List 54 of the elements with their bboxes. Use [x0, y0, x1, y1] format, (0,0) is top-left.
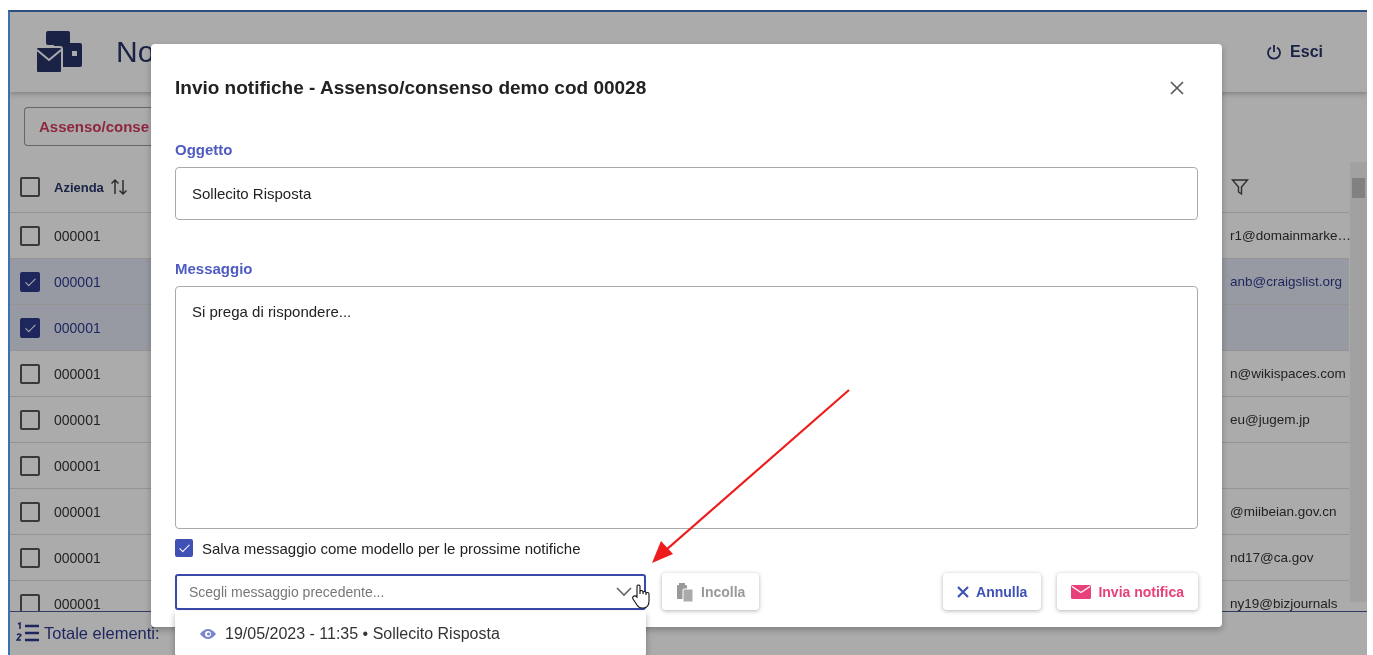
close-icon [1170, 81, 1184, 95]
previous-message-dropdown[interactable]: Scegli messaggio precedente... [175, 573, 646, 610]
table-cell-text: anb@craigslist.org [1229, 274, 1343, 289]
close-icon [957, 585, 970, 598]
power-icon [1266, 44, 1283, 60]
checkbox[interactable] [20, 271, 40, 292]
table-cell-text: 000001 [54, 457, 102, 474]
table-cell-text: 000001 [54, 319, 102, 336]
table-cell-text: @miibeian.gov.cn [1229, 504, 1338, 519]
envelope-logo-icon [36, 31, 82, 73]
eye-icon [199, 627, 217, 641]
logout-button[interactable]: Esci [1262, 39, 1327, 65]
chevron-down-icon [616, 586, 632, 597]
scrollbar[interactable] [1350, 162, 1367, 602]
table-cell-text: 000001 [54, 549, 102, 566]
table-cell-text: 000001 [54, 365, 102, 382]
table-cell-text: r1@domainmarke… [1229, 228, 1349, 243]
checkbox[interactable] [20, 363, 40, 384]
table-cell-text: 000001 [54, 227, 102, 244]
checkbox[interactable] [20, 501, 40, 522]
clipboard-icon [676, 581, 694, 602]
numbered-list-icon [16, 622, 40, 644]
table-cell-text: 000001 [54, 503, 102, 520]
checkbox-label: Salva messaggio come modello per le prossime notifiche [202, 539, 581, 557]
table-cell-text: 000001 [54, 273, 102, 290]
checkbox[interactable] [20, 317, 40, 338]
table-cell-text: 000001 [54, 595, 102, 611]
table-cell-text: n@wikispaces.com [1229, 366, 1347, 381]
filter-icon[interactable] [1231, 178, 1249, 196]
checkbox[interactable] [20, 547, 40, 568]
checkbox[interactable] [20, 455, 40, 476]
checkbox[interactable] [20, 593, 40, 611]
table-cell-text: eu@jugem.jp [1229, 412, 1311, 427]
tab[interactable]: Assenso/conse [24, 107, 152, 146]
envelope-icon [1071, 584, 1092, 599]
send-button[interactable]: Invia notifica [1057, 573, 1198, 610]
field-label: Messaggio [175, 260, 254, 277]
checkbox[interactable] [20, 225, 40, 246]
dialog-title: Invio notifiche - Assenso/consenso demo cod 00028 [175, 77, 647, 99]
cancel-button[interactable]: Annulla [943, 573, 1042, 610]
column-header[interactable]: Azienda [54, 179, 104, 195]
sort-icon[interactable] [109, 178, 128, 196]
dropdown-option[interactable]: 19/05/2023 - 11:35 • Sollecito Risposta [175, 619, 646, 649]
field-label: Oggetto [175, 141, 234, 158]
message-field[interactable]: Si prega di rispondere... [175, 286, 1198, 529]
checkbox[interactable] [175, 539, 193, 557]
table-cell-text: nd17@ca.gov [1229, 550, 1315, 565]
hand-cursor-icon [631, 583, 653, 610]
checkbox[interactable] [20, 409, 40, 430]
checkbox[interactable] [20, 177, 40, 197]
table-cell-text: ny19@bizjournals [1229, 596, 1339, 611]
subject-field[interactable]: Sollecito Risposta [175, 167, 1198, 220]
total-items-label: Totale elementi: [44, 623, 160, 643]
table-cell-text: 000001 [54, 411, 102, 428]
